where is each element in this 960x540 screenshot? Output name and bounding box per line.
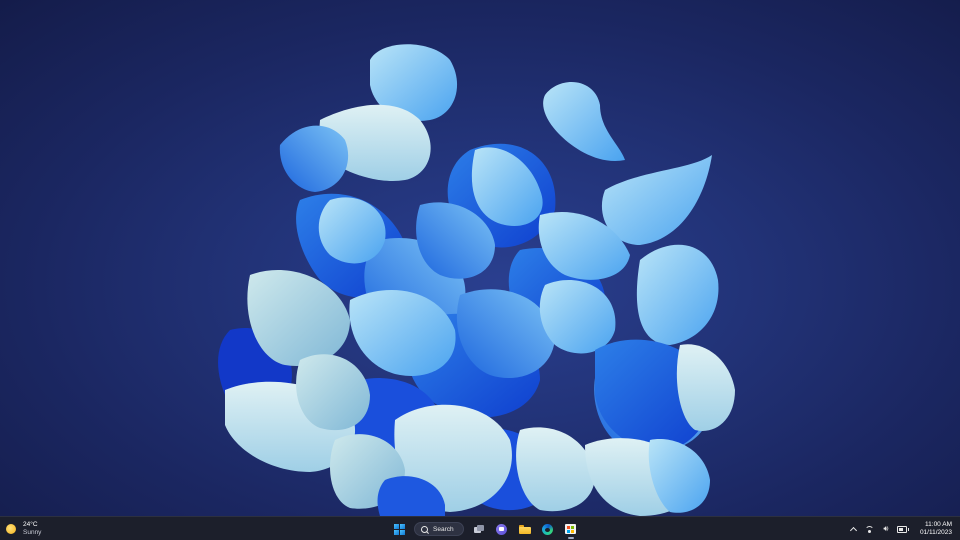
weather-text: 24°C Sunny <box>23 521 41 537</box>
task-view-icon <box>473 524 484 534</box>
weather-widget[interactable]: 24°C Sunny <box>6 520 41 538</box>
battery-button[interactable] <box>896 523 909 535</box>
search-button[interactable]: Search <box>414 522 464 536</box>
volume-button[interactable]: 🔊︎ <box>880 523 892 535</box>
clock-date: 01/11/2023 <box>919 529 952 536</box>
network-button[interactable] <box>864 523 876 535</box>
bloom-petals <box>218 44 735 516</box>
search-icon <box>421 525 428 533</box>
blue-bloom-wallpaper <box>218 44 735 516</box>
task-view-button[interactable] <box>470 520 488 538</box>
microsoft-store-button[interactable] <box>562 520 580 539</box>
volume-icon: 🔊︎ <box>883 524 889 533</box>
running-indicator <box>567 537 574 539</box>
weather-temperature: 24°C <box>23 521 38 528</box>
folder-icon <box>518 524 531 534</box>
desktop[interactable] <box>0 0 960 516</box>
system-tray: 🔊︎ 11:00 AM 01/11/2023 <box>846 519 952 539</box>
edge-button[interactable] <box>539 520 557 538</box>
wifi-icon <box>865 525 875 533</box>
taskbar-center: Search <box>388 519 582 539</box>
taskbar: 24°C Sunny Search 🔊︎ 11:00 AM 01/11/2023 <box>0 516 960 540</box>
clock-button[interactable]: 11:00 AM 01/11/2023 <box>920 521 952 537</box>
file-explorer-button[interactable] <box>516 520 534 538</box>
chat-button[interactable] <box>493 520 511 538</box>
clock-time: 11:00 AM <box>925 521 952 528</box>
start-button[interactable] <box>391 520 409 538</box>
battery-icon <box>896 525 909 533</box>
windows-start-icon <box>394 523 405 535</box>
chevron-up-icon <box>850 526 858 535</box>
edge-icon <box>542 523 553 535</box>
search-label: Search <box>433 525 454 533</box>
sun-icon <box>6 524 16 534</box>
chat-icon <box>496 523 507 535</box>
show-hidden-icons-button[interactable] <box>848 523 860 535</box>
store-icon <box>565 524 576 534</box>
weather-condition: Sunny <box>23 529 42 536</box>
